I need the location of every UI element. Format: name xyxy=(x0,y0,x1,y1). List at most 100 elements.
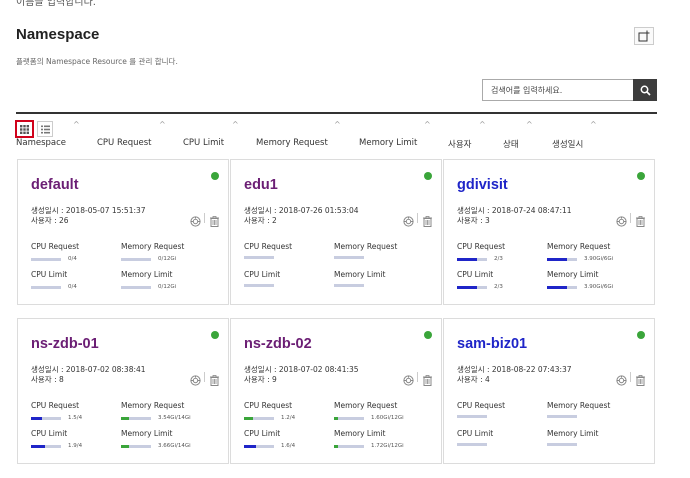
metric-label: CPU Limit xyxy=(457,429,494,438)
usage-bar-track xyxy=(334,416,364,420)
usage-bar-track xyxy=(244,284,274,287)
metric-cpu-request: CPU Request 0/4 xyxy=(31,242,79,262)
metric-cpu-request: CPU Request xyxy=(244,242,292,259)
status-dot xyxy=(424,331,432,339)
usage-bar-track xyxy=(334,444,364,448)
metric-label: CPU Limit xyxy=(31,270,68,279)
sort-label: Memory Request xyxy=(256,138,328,148)
metric-bar: 1.72Gi/12Gi xyxy=(334,443,404,449)
metric-cpu-request: CPU Request 1.2/4 xyxy=(244,401,295,421)
search-button[interactable] xyxy=(633,79,657,101)
trash-icon[interactable] xyxy=(635,371,646,386)
sort-caret-icon: ^ xyxy=(479,120,486,129)
usage-bar-fill xyxy=(457,257,478,261)
page-title: Namespace xyxy=(16,26,100,43)
trash-icon[interactable] xyxy=(422,371,433,386)
usage-bar-fill xyxy=(121,416,129,420)
namespace-name[interactable]: sam-biz01 xyxy=(457,336,527,352)
action-separator xyxy=(204,213,205,223)
namespace-card[interactable]: ns-zdb-02 생성일시 : 2018-07-02 08:41:35 사용자 :… xyxy=(230,318,442,464)
namespace-name[interactable]: default xyxy=(31,177,79,193)
sort-label: 생성일시 xyxy=(552,140,584,150)
metric-bar xyxy=(334,256,397,259)
metric-bar: 1.60Gi/12Gi xyxy=(334,415,404,421)
metric-cpu-request: CPU Request xyxy=(457,401,505,418)
usage-bar-track xyxy=(547,257,577,261)
created-date: 생성일시 : 2018-07-02 08:38:41 xyxy=(31,365,146,374)
namespace-name[interactable]: gdivisit xyxy=(457,177,508,193)
namespace-card[interactable]: default 생성일시 : 2018-05-07 15:51:37 사용자 : 2… xyxy=(17,159,229,305)
sort-caret-icon: ^ xyxy=(590,120,597,129)
namespace-card[interactable]: gdivisit 생성일시 : 2018-07-24 08:47:11 사용자 : … xyxy=(443,159,655,305)
namespace-name[interactable]: ns-zdb-02 xyxy=(244,336,312,352)
gauge-settings-icon[interactable] xyxy=(403,371,414,386)
gauge-settings-icon[interactable] xyxy=(616,371,627,386)
metric-value: 3.54Gi/14Gi xyxy=(158,415,191,421)
metric-label: CPU Request xyxy=(457,242,506,251)
metric-label: Memory Request xyxy=(121,242,185,251)
user-count: 사용자 : 2 xyxy=(244,216,277,225)
metric-bar: 2/3 xyxy=(457,284,503,290)
trash-icon[interactable] xyxy=(209,371,220,386)
search-box xyxy=(482,79,657,101)
gauge-settings-icon[interactable] xyxy=(190,371,201,386)
search-input[interactable] xyxy=(482,79,633,101)
card-actions xyxy=(190,212,220,227)
metric-memory-limit: Memory Limit 0/12Gi xyxy=(121,270,176,290)
namespace-card[interactable]: sam-biz01 생성일시 : 2018-08-22 07:43:37 사용자 :… xyxy=(443,318,655,464)
usage-bar-track xyxy=(244,256,274,259)
metric-memory-limit: Memory Limit 3.66Gi/14Gi xyxy=(121,429,191,449)
created-date: 생성일시 : 2018-05-07 15:51:37 xyxy=(31,206,146,215)
usage-bar-fill xyxy=(547,257,567,261)
sort-label: Memory Limit xyxy=(359,138,418,148)
trash-icon[interactable] xyxy=(422,212,433,227)
card-actions xyxy=(616,212,646,227)
sort-caret-icon: ^ xyxy=(73,120,80,129)
metric-bar xyxy=(244,256,292,259)
metric-memory-request: Memory Request 1.60Gi/12Gi xyxy=(334,401,404,421)
usage-bar-track xyxy=(31,416,61,420)
namespace-meta: 생성일시 : 2018-07-02 08:38:41 사용자 : 8 xyxy=(31,365,146,385)
namespace-meta: 생성일시 : 2018-07-26 01:53:04 사용자 : 2 xyxy=(244,206,359,226)
status-dot xyxy=(211,331,219,339)
usage-bar-track xyxy=(244,416,274,420)
usage-bar-track xyxy=(121,444,151,448)
created-date: 생성일시 : 2018-07-24 08:47:11 xyxy=(457,206,572,215)
metric-label: Memory Request xyxy=(547,242,611,251)
usage-bar-fill xyxy=(121,444,129,448)
namespace-card[interactable]: ns-zdb-01 생성일시 : 2018-07-02 08:38:41 사용자 :… xyxy=(17,318,229,464)
trash-icon[interactable] xyxy=(635,212,646,227)
trash-icon[interactable] xyxy=(209,212,220,227)
card-actions xyxy=(403,212,433,227)
namespace-name[interactable]: edu1 xyxy=(244,177,278,193)
usage-bar-track xyxy=(121,416,151,420)
namespace-name[interactable]: ns-zdb-01 xyxy=(31,336,99,352)
card-actions xyxy=(190,371,220,386)
metric-label: Memory Limit xyxy=(334,270,386,279)
metric-label: Memory Limit xyxy=(121,429,173,438)
metric-bar xyxy=(457,443,494,446)
metric-cpu-limit: CPU Limit 1.6/4 xyxy=(244,429,295,449)
gauge-settings-icon[interactable] xyxy=(616,212,627,227)
sort-caret-icon: ^ xyxy=(424,120,431,129)
gauge-settings-icon[interactable] xyxy=(190,212,201,227)
metric-value: 3.90Gi/6Gi xyxy=(584,256,614,262)
metric-label: Memory Request xyxy=(334,401,398,410)
status-dot xyxy=(637,331,645,339)
usage-bar-track xyxy=(457,257,487,261)
user-count: 사용자 : 3 xyxy=(457,216,490,225)
usage-bar-fill xyxy=(244,416,253,420)
action-separator xyxy=(204,372,205,382)
usage-bar-track xyxy=(457,285,487,289)
metric-label: Memory Request xyxy=(547,401,611,410)
gauge-settings-icon[interactable] xyxy=(403,212,414,227)
metric-label: Memory Request xyxy=(334,242,398,251)
metric-bar: 3.90Gi/6Gi xyxy=(547,256,613,262)
status-dot xyxy=(637,172,645,180)
namespace-card[interactable]: edu1 생성일시 : 2018-07-26 01:53:04 사용자 : 2 CPU… xyxy=(230,159,442,305)
add-namespace-button[interactable] xyxy=(634,27,654,45)
usage-bar-track xyxy=(31,257,61,261)
metric-value: 3.90Gi/6Gi xyxy=(584,284,614,290)
sort-caret-icon: ^ xyxy=(159,120,166,129)
metric-label: Memory Limit xyxy=(547,429,599,438)
